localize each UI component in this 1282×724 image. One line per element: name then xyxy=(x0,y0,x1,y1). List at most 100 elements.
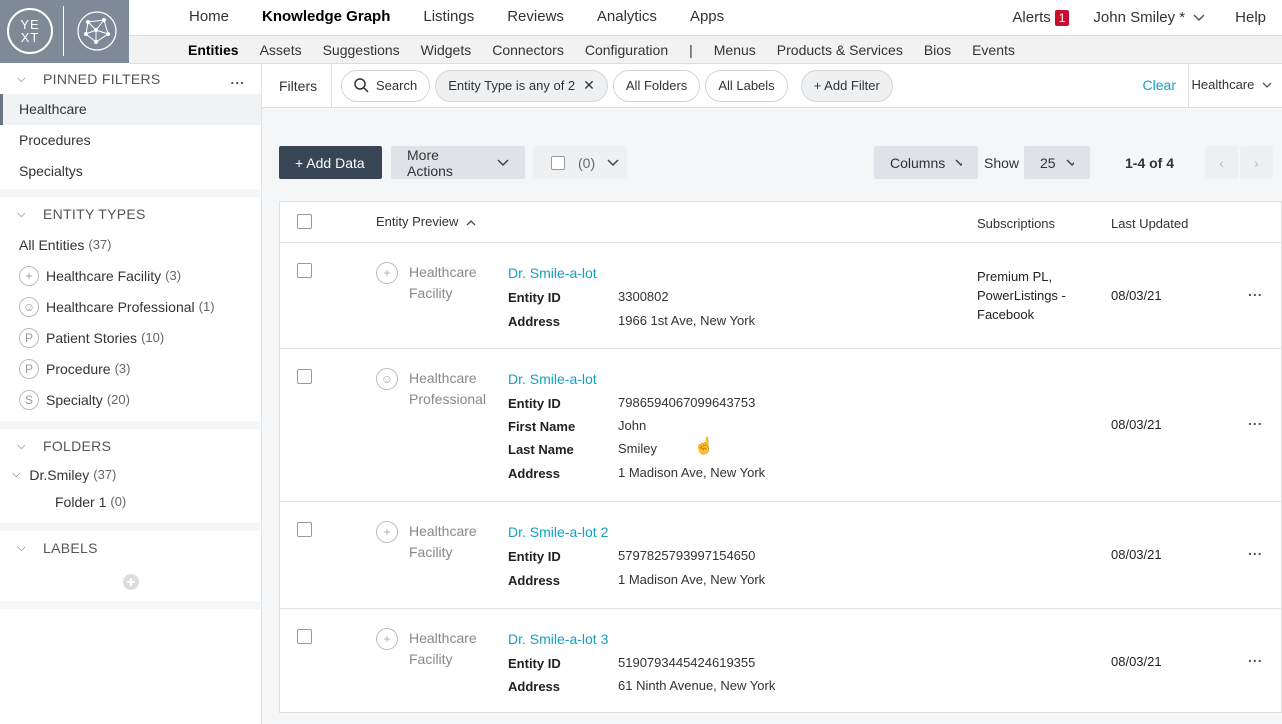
field-value: 5797825793997154650 xyxy=(618,548,756,563)
entity-name-link[interactable]: Dr. Smile-a-lot xyxy=(508,265,597,281)
entity-name-link[interactable]: Dr. Smile-a-lot xyxy=(508,371,597,387)
healthcare-facility-icon: + xyxy=(376,262,398,284)
subnav-entities[interactable]: Entities xyxy=(188,42,239,58)
field-label: Entity ID xyxy=(508,290,561,305)
pinned-filter-healthcare[interactable]: Healthcare xyxy=(0,94,261,125)
entity-type-label: Healthcare Professional xyxy=(46,298,195,315)
nav-home[interactable]: Home xyxy=(189,0,229,35)
saved-filter-dropdown[interactable]: Healthcare xyxy=(1192,77,1273,92)
top-navigation-bar: Home Knowledge Graph Listings Reviews An… xyxy=(0,0,1282,36)
row-checkbox[interactable] xyxy=(297,369,312,384)
entity-types-header[interactable]: ⌵ ENTITY TYPES xyxy=(0,199,261,229)
nav-analytics[interactable]: Analytics xyxy=(597,0,657,35)
more-options-icon[interactable]: ... xyxy=(230,71,245,87)
chevron-down-icon xyxy=(955,158,962,166)
chevron-down-icon[interactable]: ⌵ xyxy=(12,468,20,481)
row-menu-icon[interactable]: ... xyxy=(1248,649,1263,665)
last-updated: 08/03/21 xyxy=(1111,417,1162,432)
entity-type-line1: Healthcare xyxy=(409,630,477,646)
alerts-button[interactable]: Alerts 1 xyxy=(1012,9,1070,26)
entity-type: Healthcare Facility xyxy=(409,262,499,304)
folders-filter[interactable]: All Folders xyxy=(612,69,701,102)
previous-page-button[interactable]: ‹ xyxy=(1205,146,1238,179)
search-filter[interactable]: Search xyxy=(341,69,431,102)
clear-filters-link[interactable]: Clear xyxy=(1143,77,1176,93)
add-filter-button[interactable]: + Add Filter xyxy=(800,69,893,102)
entity-type-label: Healthcare Facility xyxy=(46,267,162,284)
folder-dr-smiley[interactable]: ⌵ Dr.Smiley (37) xyxy=(0,461,261,488)
subnav-configuration[interactable]: Configuration xyxy=(585,42,668,58)
field-value: 1966 1st Ave, New York xyxy=(618,313,756,328)
entity-type-count: (1) xyxy=(198,299,215,314)
next-page-button[interactable]: › xyxy=(1240,146,1273,179)
filters-label: Filters xyxy=(262,63,332,108)
add-data-button[interactable]: + Add Data xyxy=(279,146,382,179)
table-row[interactable]: + Healthcare Facility Dr. Smile-a-lot 2 E… xyxy=(280,502,1282,609)
pinned-filter-specialtys[interactable]: Specialtys xyxy=(0,156,261,187)
pinned-filters-header[interactable]: ⌵ PINNED FILTERS ... xyxy=(0,64,261,94)
chevron-down-icon xyxy=(1262,82,1272,88)
subnav-menus[interactable]: Menus xyxy=(714,42,756,58)
column-header-entity-preview[interactable]: Entity Preview xyxy=(376,214,476,229)
entity-name-link[interactable]: Dr. Smile-a-lot 3 xyxy=(508,631,608,647)
table-row[interactable]: + Healthcare Facility Dr. Smile-a-lot 3 E… xyxy=(280,609,1282,714)
page-size-select[interactable]: 25 xyxy=(1024,146,1090,179)
entity-type-healthcare-facility[interactable]: + Healthcare Facility (3) xyxy=(0,260,261,291)
subnav-widgets[interactable]: Widgets xyxy=(421,42,472,58)
nav-reviews[interactable]: Reviews xyxy=(507,0,564,35)
field-label: Entity ID xyxy=(508,656,561,671)
entity-type-filter[interactable]: Entity Type is any of 2 ✕ xyxy=(435,69,608,102)
row-checkbox[interactable] xyxy=(297,263,312,278)
labels-filter[interactable]: All Labels xyxy=(705,69,788,102)
labels-header[interactable]: ⌵ LABELS xyxy=(0,533,261,563)
nav-listings[interactable]: Listings xyxy=(423,0,474,35)
folders-title: FOLDERS xyxy=(43,438,112,454)
sub-navigation: Entities Assets Suggestions Widgets Conn… xyxy=(129,36,1282,64)
header-checkbox[interactable] xyxy=(297,214,312,229)
person-icon: ☺ xyxy=(376,368,398,390)
user-menu[interactable]: John Smiley * xyxy=(1093,9,1205,26)
table-header: Entity Preview Subscriptions Last Update… xyxy=(280,202,1281,243)
table-row[interactable]: + Healthcare Facility Dr. Smile-a-lot Ent… xyxy=(280,243,1282,349)
pinned-filter-procedures[interactable]: Procedures xyxy=(0,125,261,156)
entity-type-procedure[interactable]: P Procedure (3) xyxy=(0,353,261,384)
add-label-button[interactable] xyxy=(0,567,261,597)
subnav-events[interactable]: Events xyxy=(972,42,1015,58)
section-divider xyxy=(0,421,261,429)
yext-logo-area[interactable]: YE XT xyxy=(0,0,129,63)
row-menu-icon[interactable]: ... xyxy=(1248,412,1263,428)
more-actions-button[interactable]: More Actions xyxy=(391,146,525,179)
nav-apps[interactable]: Apps xyxy=(690,0,724,35)
row-menu-icon[interactable]: ... xyxy=(1248,283,1263,299)
field-label: Address xyxy=(508,679,561,694)
folders-header[interactable]: ⌵ FOLDERS xyxy=(0,431,261,461)
close-icon[interactable]: ✕ xyxy=(583,77,595,94)
entity-name-link[interactable]: Dr. Smile-a-lot 2 xyxy=(508,524,608,540)
entity-type-patient-stories[interactable]: P Patient Stories (10) xyxy=(0,322,261,353)
chevron-down-icon xyxy=(607,158,619,166)
subnav-bios[interactable]: Bios xyxy=(924,42,951,58)
help-link[interactable]: Help xyxy=(1235,9,1266,26)
nav-knowledge-graph[interactable]: Knowledge Graph xyxy=(262,0,390,35)
folder-folder-1[interactable]: Folder 1 (0) xyxy=(0,488,261,515)
subnav-products-services[interactable]: Products & Services xyxy=(777,42,903,58)
column-header-last-updated[interactable]: Last Updated xyxy=(1111,216,1188,231)
logo-text-bottom: XT xyxy=(20,30,40,45)
subnav-connectors[interactable]: Connectors xyxy=(492,42,564,58)
subnav-suggestions[interactable]: Suggestions xyxy=(323,42,400,58)
bulk-select-dropdown[interactable]: (0) xyxy=(533,146,627,179)
entity-type-count: (10) xyxy=(141,330,165,345)
entity-type-healthcare-professional[interactable]: ☺ Healthcare Professional (1) xyxy=(0,291,261,322)
subnav-assets[interactable]: Assets xyxy=(260,42,302,58)
field-value: 7986594067099643753 xyxy=(618,395,756,410)
select-all-checkbox[interactable] xyxy=(551,155,565,170)
entity-type-all[interactable]: All Entities (37) xyxy=(0,229,261,260)
chevron-down-icon xyxy=(1066,158,1074,166)
row-checkbox[interactable] xyxy=(297,522,312,537)
table-row[interactable]: ☺ Healthcare Professional Dr. Smile-a-lot… xyxy=(280,349,1282,502)
row-checkbox[interactable] xyxy=(297,629,312,644)
columns-button[interactable]: Columns xyxy=(874,146,978,179)
entity-type-specialty[interactable]: S Specialty (20) xyxy=(0,384,261,415)
alerts-count-badge: 1 xyxy=(1054,9,1070,26)
row-menu-icon[interactable]: ... xyxy=(1248,542,1263,558)
